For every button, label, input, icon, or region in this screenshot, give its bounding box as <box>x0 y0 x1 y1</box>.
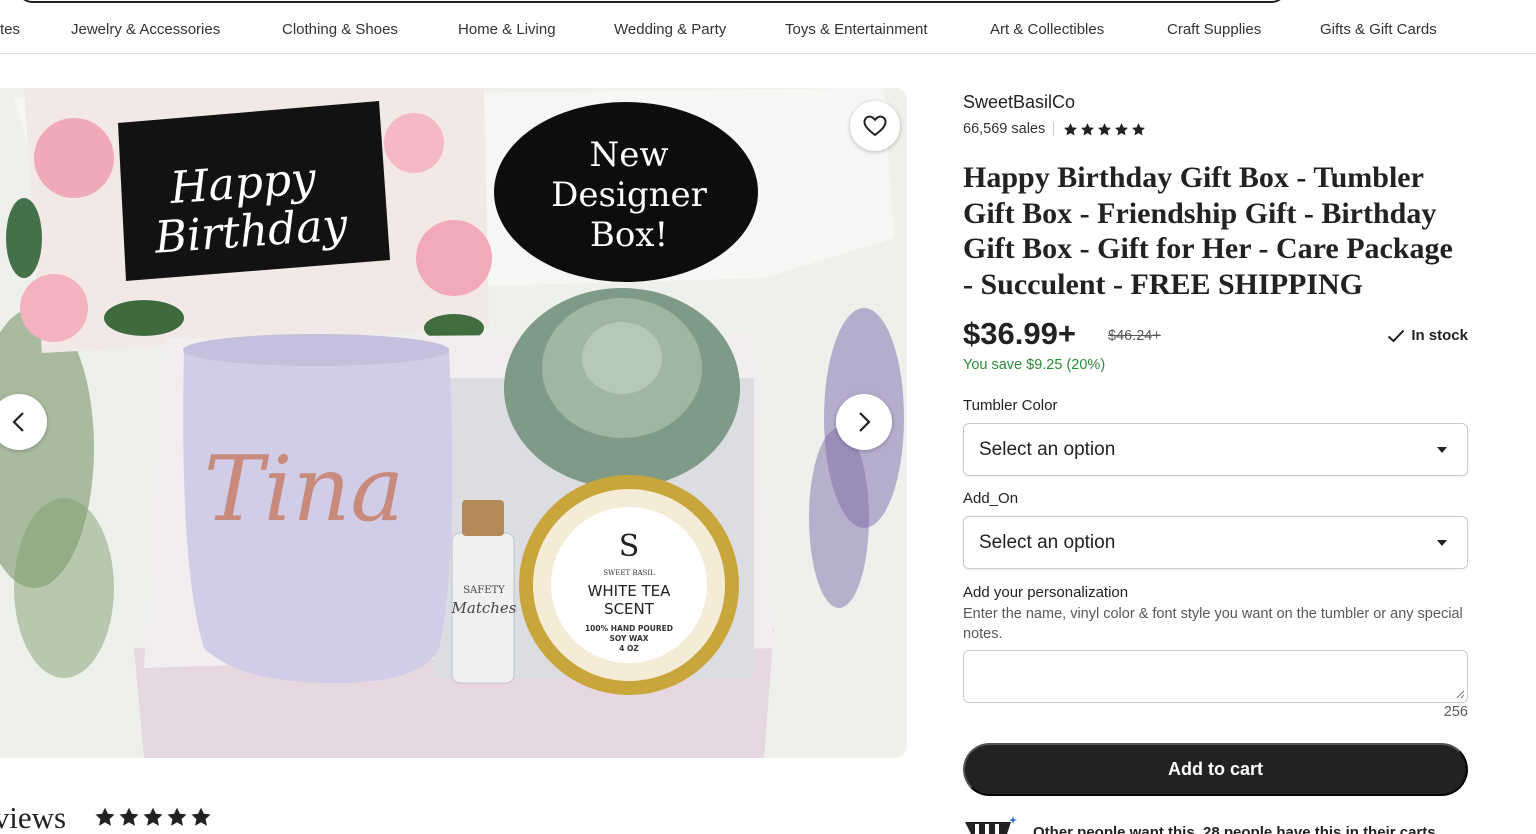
original-price: $46.24+ <box>1108 328 1161 344</box>
svg-text:Designer: Designer <box>551 175 707 215</box>
star-icon <box>1132 122 1146 135</box>
shop-name-link[interactable]: SweetBasilCo <box>963 92 1075 113</box>
star-icon <box>1098 122 1112 135</box>
category-link-partial[interactable]: tes <box>0 21 20 38</box>
category-link-clothing[interactable]: Clothing & Shoes <box>282 21 398 38</box>
product-details-panel: SweetBasilCo 66,569 sales Happy Birthday… <box>963 0 1469 834</box>
svg-text:New: New <box>590 135 669 175</box>
star-icon <box>1064 122 1078 135</box>
svg-text:S: S <box>619 529 640 564</box>
tumbler-color-select[interactable]: Select an option <box>963 423 1468 476</box>
cart-icon <box>965 816 1017 834</box>
cart-demand-text: Other people want this. 28 people have t… <box>1033 824 1436 834</box>
product-photo: Happy Birthday New Designer Box! Tina SA… <box>0 88 907 758</box>
resize-handle-icon[interactable] <box>1455 689 1465 699</box>
star-icon <box>143 807 163 826</box>
stock-status: In stock <box>1387 327 1468 344</box>
favorite-button[interactable] <box>850 101 900 151</box>
caret-down-icon <box>1437 447 1447 453</box>
star-icon <box>1081 122 1095 135</box>
sales-count: 66,569 sales <box>963 121 1046 137</box>
personalization-textarea[interactable] <box>963 650 1468 703</box>
svg-text:SWEET BASIL: SWEET BASIL <box>603 569 655 577</box>
category-link-home[interactable]: Home & Living <box>458 21 556 38</box>
stock-label: In stock <box>1411 327 1468 344</box>
add-to-cart-button[interactable]: Add to cart <box>963 743 1468 796</box>
svg-text:SOY WAX: SOY WAX <box>609 634 648 643</box>
shop-rating[interactable] <box>1063 122 1146 137</box>
add-on-select[interactable]: Select an option <box>963 516 1468 569</box>
svg-text:4 OZ: 4 OZ <box>619 644 639 653</box>
product-title: Happy Birthday Gift Box - Tumbler Gift B… <box>963 161 1453 301</box>
svg-text:Matches: Matches <box>451 599 517 617</box>
star-icon <box>95 807 115 826</box>
product-image-gallery[interactable]: Happy Birthday New Designer Box! Tina SA… <box>0 88 907 758</box>
heart-icon <box>863 115 887 137</box>
divider <box>1053 122 1055 136</box>
checkmark-icon <box>1388 329 1405 342</box>
svg-text:SAFETY: SAFETY <box>463 585 505 596</box>
svg-text:SCENT: SCENT <box>604 600 655 618</box>
reviews-heading: eviews <box>0 800 67 834</box>
tumbler-color-label: Tumbler Color <box>963 397 1058 414</box>
character-counter: 256 <box>1443 704 1468 720</box>
chevron-right-icon <box>859 412 871 432</box>
next-image-button[interactable] <box>836 394 892 450</box>
personalization-label: Add your personalization <box>963 584 1129 601</box>
savings-text: You save $9.25 (20%) <box>963 357 1106 373</box>
add-on-label: Add_On <box>963 490 1019 507</box>
category-link-wedding[interactable]: Wedding & Party <box>614 21 726 38</box>
select-value: Select an option <box>979 439 1116 460</box>
caret-down-icon <box>1437 540 1447 546</box>
category-link-toys[interactable]: Toys & Entertainment <box>785 21 928 38</box>
svg-text:WHITE TEA: WHITE TEA <box>588 582 672 600</box>
select-value: Select an option <box>979 532 1116 553</box>
star-icon <box>191 807 211 826</box>
personalization-hint: Enter the name, vinyl color & font style… <box>963 606 1463 642</box>
svg-text:Tina: Tina <box>204 437 404 542</box>
star-icon <box>167 807 187 826</box>
category-link-jewelry[interactable]: Jewelry & Accessories <box>71 21 220 38</box>
star-icon <box>1115 122 1129 135</box>
star-icon <box>119 807 139 826</box>
price: $36.99+ <box>963 316 1076 351</box>
svg-text:100% HAND POURED: 100% HAND POURED <box>585 624 673 633</box>
reviews-rating <box>94 806 212 832</box>
svg-text:Box!: Box! <box>590 215 668 255</box>
chevron-left-icon <box>12 412 24 432</box>
shop-stats: 66,569 sales <box>963 120 1146 138</box>
